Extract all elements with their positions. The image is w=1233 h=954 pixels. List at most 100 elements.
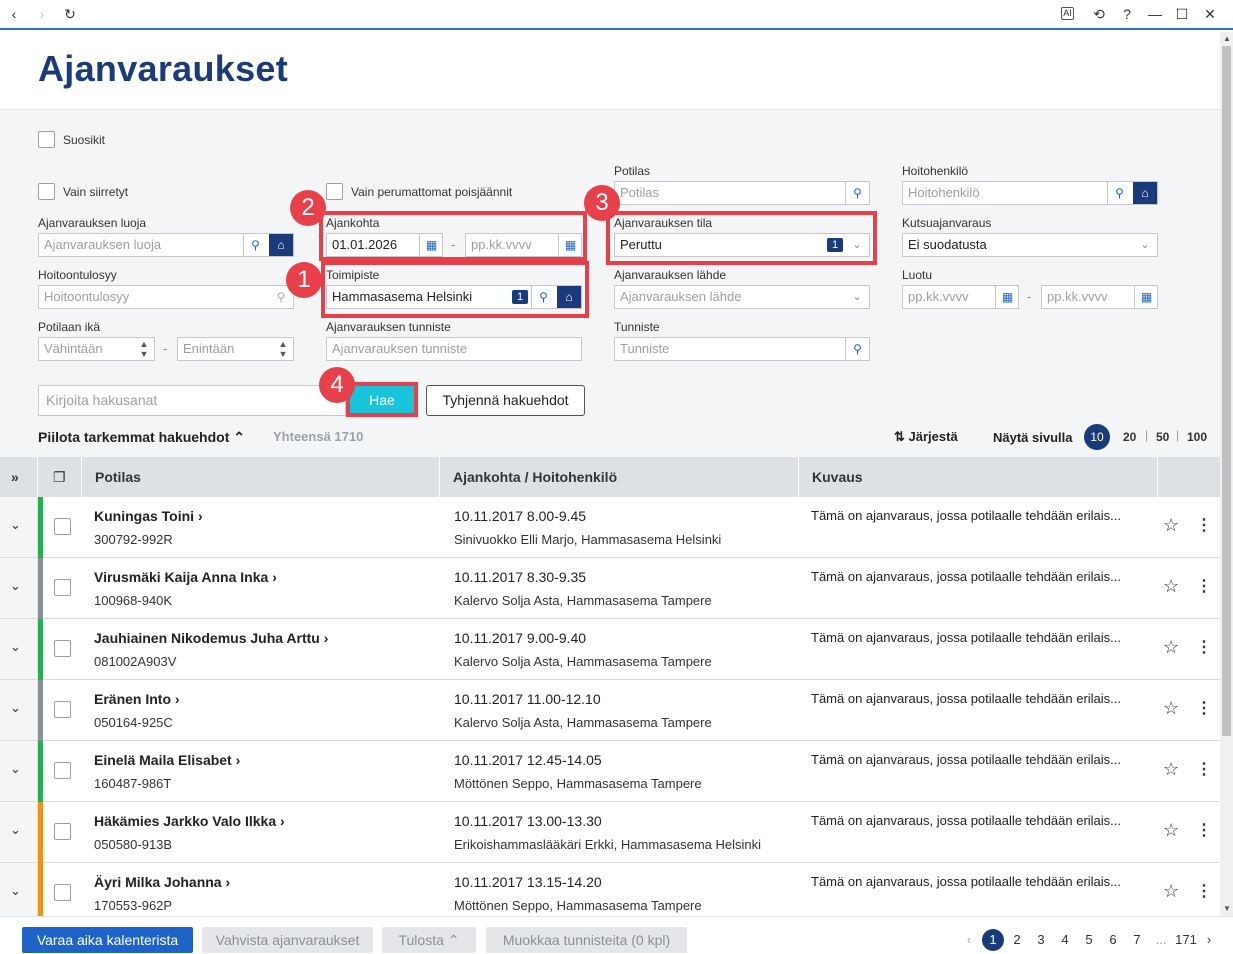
creator-input[interactable]: Ajanvarauksen luoja ⚲ ⌂ xyxy=(38,233,294,257)
book-from-calendar-button[interactable]: Varaa aika kalenterista xyxy=(22,927,193,953)
help-icon[interactable]: ? xyxy=(1117,5,1137,23)
chevron-down-icon[interactable]: ⌄ xyxy=(10,517,21,533)
row-checkbox[interactable] xyxy=(54,518,71,535)
chevron-down-icon[interactable]: ⌄ xyxy=(1135,234,1155,256)
reason-input[interactable]: Hoitoontulosyy ⚲ xyxy=(38,285,294,309)
table-row[interactable]: ⌄ Häkämies Jarkko Valo Ilkka › 050580-91… xyxy=(0,802,1220,863)
chevron-down-icon[interactable]: ⌄ xyxy=(10,822,21,838)
patient-name-link[interactable]: Jauhiainen Nikodemus Juha Arttu › xyxy=(94,630,328,646)
table-row[interactable]: ⌄ Äyri Milka Johanna › 170553-962P 10.11… xyxy=(0,863,1220,924)
page-size-option[interactable]: 10 xyxy=(1084,424,1110,450)
sort-button[interactable]: ⇅ Järjestä xyxy=(894,429,958,445)
reload-icon[interactable]: ↻ xyxy=(60,5,80,23)
chevron-down-icon[interactable]: ⌄ xyxy=(10,761,21,777)
row-checkbox[interactable] xyxy=(54,762,71,779)
star-icon[interactable]: ☆ xyxy=(1163,881,1179,902)
calendar-icon[interactable]: ▦ xyxy=(995,286,1018,308)
clear-filters-button[interactable]: Tyhjennä hakuehdot xyxy=(426,385,585,416)
table-row[interactable]: ⌄ Kuningas Toini › 300792-992R 10.11.201… xyxy=(0,497,1220,558)
star-icon[interactable]: ☆ xyxy=(1163,576,1179,597)
age-max-input[interactable]: Enintään ▲ ▼ xyxy=(177,337,294,361)
minimize-icon[interactable]: — xyxy=(1145,5,1165,23)
row-checkbox[interactable] xyxy=(54,579,71,596)
star-icon[interactable]: ☆ xyxy=(1163,637,1179,658)
only-unremoved-checkbox[interactable] xyxy=(326,183,343,200)
only-transferred-checkbox[interactable] xyxy=(38,183,55,200)
caregiver-input[interactable]: Hoitohenkilö ⚲ ⌂ xyxy=(902,181,1158,205)
created-from-input[interactable]: pp.kk.vvvv ▦ xyxy=(902,285,1019,309)
more-options-icon[interactable]: ⋮ xyxy=(1196,881,1212,901)
stepper-icon[interactable]: ▲ ▼ xyxy=(273,338,293,360)
table-row[interactable]: ⌄ Jauhiainen Nikodemus Juha Arttu › 0810… xyxy=(0,619,1220,680)
print-button[interactable]: Tulosta ⌃ xyxy=(382,927,476,953)
stepper-icon[interactable]: ▲ ▼ xyxy=(134,338,154,360)
more-options-icon[interactable]: ⋮ xyxy=(1196,759,1212,779)
age-min-input[interactable]: Vähintään ▲ ▼ xyxy=(38,337,155,361)
patient-name-link[interactable]: Häkämies Jarkko Valo Ilkka › xyxy=(94,813,285,829)
close-icon[interactable]: ✕ xyxy=(1200,5,1220,23)
next-page-icon[interactable]: › xyxy=(1198,929,1220,951)
page-size-option[interactable]: 20 xyxy=(1123,430,1136,444)
page-link[interactable]: 5 xyxy=(1078,929,1100,951)
page-link[interactable]: 6 xyxy=(1102,929,1124,951)
patient-name-link[interactable]: Äyri Milka Johanna › xyxy=(94,874,230,890)
star-icon[interactable]: ☆ xyxy=(1163,515,1179,536)
row-checkbox[interactable] xyxy=(54,884,71,901)
chevron-down-icon[interactable]: ⌄ xyxy=(10,578,21,594)
vertical-scrollbar[interactable]: ▲ ▼ xyxy=(1220,32,1233,916)
forward-icon[interactable]: › xyxy=(32,5,52,23)
page-link[interactable]: 2 xyxy=(1006,929,1028,951)
search-icon[interactable]: ⚲ xyxy=(845,338,869,360)
confirm-bookings-button[interactable]: Vahvista ajanvaraukset xyxy=(202,927,373,953)
patient-name-link[interactable]: Virusmäki Kaija Anna Inka › xyxy=(94,569,277,585)
identifier-input[interactable]: Tunniste ⚲ xyxy=(614,337,870,361)
invitation-select[interactable]: Ei suodatusta ⌄ xyxy=(902,233,1158,257)
chevron-down-icon[interactable]: ⌄ xyxy=(10,883,21,899)
row-checkbox[interactable] xyxy=(54,640,71,657)
history-icon[interactable]: ⟲ xyxy=(1089,5,1109,23)
scrollbar-thumb[interactable] xyxy=(1222,46,1231,736)
page-link[interactable]: 7 xyxy=(1126,929,1148,951)
more-options-icon[interactable]: ⋮ xyxy=(1196,820,1212,840)
row-checkbox[interactable] xyxy=(54,823,71,840)
home-icon[interactable]: ⌂ xyxy=(269,234,293,256)
table-row[interactable]: ⌄ Virusmäki Kaija Anna Inka › 100968-940… xyxy=(0,558,1220,619)
home-icon[interactable]: ⌂ xyxy=(1133,182,1157,204)
favorites-checkbox[interactable] xyxy=(38,131,55,148)
expand-all-icon[interactable]: » xyxy=(0,457,38,497)
scroll-down-icon[interactable]: ▼ xyxy=(1223,904,1231,913)
table-row[interactable]: ⌄ Eränen Into › 050164-925C 10.11.2017 1… xyxy=(0,680,1220,741)
chevron-down-icon[interactable]: ⌄ xyxy=(10,700,21,716)
search-icon[interactable]: ⚲ xyxy=(243,234,267,256)
column-header-time[interactable]: Ajankohta / Hoitohenkilö xyxy=(440,457,799,497)
calendar-icon[interactable]: ▦ xyxy=(1134,286,1157,308)
hide-advanced-toggle[interactable]: Piilota tarkemmat hakuehdot ⌃ xyxy=(38,429,245,446)
edit-identifiers-button[interactable]: Muokkaa tunnisteita (0 kpl) xyxy=(486,927,687,953)
page-link[interactable]: 171 xyxy=(1173,929,1199,951)
more-options-icon[interactable]: ⋮ xyxy=(1196,637,1212,657)
page-size-option[interactable]: 100 xyxy=(1187,430,1207,444)
search-icon[interactable]: ⚲ xyxy=(1107,182,1131,204)
patient-name-link[interactable]: Einelä Maila Elisabet › xyxy=(94,752,240,768)
source-select[interactable]: Ajanvarauksen lähde ⌄ xyxy=(614,285,870,309)
column-header-patient[interactable]: Potilas xyxy=(82,457,440,497)
chevron-down-icon[interactable]: ⌄ xyxy=(847,286,867,308)
patient-name-link[interactable]: Kuningas Toini › xyxy=(94,508,203,524)
maximize-icon[interactable]: ☐ xyxy=(1172,5,1192,23)
back-icon[interactable]: ‹ xyxy=(4,5,24,23)
more-options-icon[interactable]: ⋮ xyxy=(1196,576,1212,596)
more-options-icon[interactable]: ⋮ xyxy=(1196,515,1212,535)
created-to-input[interactable]: pp.kk.vvvv ▦ xyxy=(1041,285,1158,309)
page-link[interactable]: 1 xyxy=(982,929,1004,951)
table-row[interactable]: ⌄ Einelä Maila Elisabet › 160487-986T 10… xyxy=(0,741,1220,802)
scroll-up-icon[interactable]: ▲ xyxy=(1223,34,1231,43)
keyword-search-input[interactable]: Kirjoita hakusanat xyxy=(38,385,346,416)
column-header-description[interactable]: Kuvaus xyxy=(799,457,1158,497)
select-all-icon[interactable]: ❐ xyxy=(38,457,82,497)
page-link[interactable]: 4 xyxy=(1054,929,1076,951)
star-icon[interactable]: ☆ xyxy=(1163,698,1179,719)
booking-id-input[interactable]: Ajanvarauksen tunniste xyxy=(326,337,582,361)
page-link[interactable]: 3 xyxy=(1030,929,1052,951)
page-size-option[interactable]: 50 xyxy=(1156,430,1169,444)
search-icon[interactable]: ⚲ xyxy=(845,182,869,204)
